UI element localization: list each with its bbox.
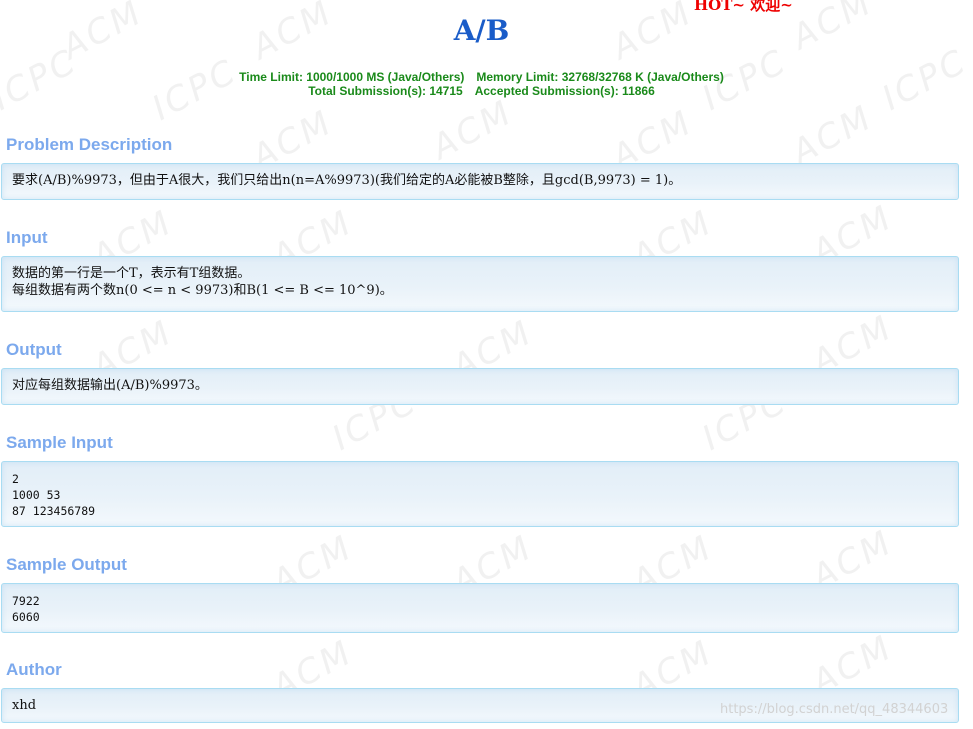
- csdn-watermark: https://blog.csdn.net/qq_48344603: [720, 702, 949, 717]
- input-line: 数据的第一行是一个T，表示有T组数据。: [12, 266, 251, 281]
- panel-sample-input: 2 1000 53 87 123456789: [1, 461, 959, 527]
- output-line: 对应每组数据输出(A/B)%9973。: [12, 378, 208, 393]
- memory-limit: Memory Limit: 32768/32768 K (Java/Others…: [476, 70, 724, 84]
- description-line: 要求(A/B)%9973，但由于A很大，我们只给出n(n=A%9973)(我们给…: [12, 173, 682, 188]
- accepted-submissions: Accepted Submission(s): 11866: [474, 84, 655, 98]
- section-title-description: Problem Description: [6, 135, 173, 154]
- input-line: 每组数据有两个数n(0 <= n < 9973)和B(1 <= B <= 10^…: [12, 283, 393, 298]
- sample-output-line: 7922: [12, 594, 40, 608]
- watermark-acm: ACM: [785, 97, 880, 173]
- sample-input-line: 2: [12, 472, 19, 486]
- sample-input-line: 1000 53: [12, 488, 61, 502]
- hot-banner: HOT~ 欢迎~: [694, 0, 793, 14]
- panel-sample-output: 7922 6060: [1, 583, 959, 633]
- limits-row-1: Time Limit: 1000/1000 MS (Java/Others) Me…: [0, 70, 963, 84]
- panel-description: 要求(A/B)%9973，但由于A很大，我们只给出n(n=A%9973)(我们给…: [1, 163, 959, 200]
- total-submissions: Total Submission(s): 14715: [308, 84, 463, 98]
- sample-output-line: 6060: [12, 610, 40, 624]
- time-limit: Time Limit: 1000/1000 MS (Java/Others): [239, 70, 465, 84]
- section-title-output: Output: [6, 340, 62, 359]
- section-title-sample-input: Sample Input: [6, 433, 113, 452]
- problem-limits: Time Limit: 1000/1000 MS (Java/Others) Me…: [0, 70, 963, 98]
- panel-output: 对应每组数据输出(A/B)%9973。: [1, 368, 959, 405]
- section-title-author: Author: [6, 660, 62, 679]
- sample-input-line: 87 123456789: [12, 504, 96, 518]
- watermark-acm: ACM: [425, 92, 520, 168]
- section-title-sample-output: Sample Output: [6, 555, 127, 574]
- limits-row-2: Total Submission(s): 14715 Accepted Submi…: [0, 84, 963, 98]
- panel-input: 数据的第一行是一个T，表示有T组数据。 每组数据有两个数n(0 <= n < 9…: [1, 256, 959, 312]
- section-title-input: Input: [6, 228, 48, 247]
- page-title: A/B: [453, 14, 510, 47]
